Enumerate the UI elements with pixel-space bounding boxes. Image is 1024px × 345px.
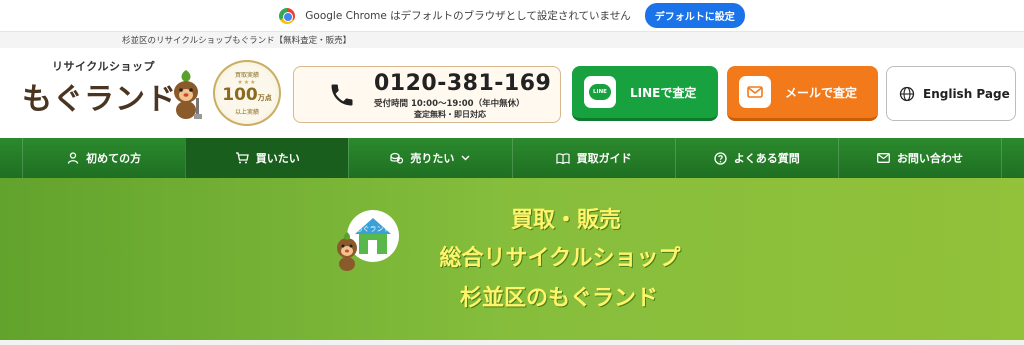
- badge-bottom-text: 以上実績: [234, 109, 259, 116]
- nav-item-guide[interactable]: 買取ガイド: [511, 138, 675, 178]
- line-appraisal-label: LINEで査定: [630, 85, 697, 100]
- book-icon: [555, 152, 570, 164]
- line-appraisal-button[interactable]: LINE LINEで査定: [572, 66, 718, 121]
- line-icon: LINE: [584, 76, 616, 108]
- question-icon: [714, 151, 727, 165]
- chevron-down-icon: [461, 155, 470, 161]
- chrome-notice-message: Google Chrome はデフォルトのブラウザとして設定されていません: [305, 10, 631, 22]
- nav-label: 買取ガイド: [576, 152, 632, 165]
- chrome-logo-icon: [279, 7, 296, 24]
- hero-heading-line1: 買取・販売: [510, 208, 621, 233]
- coins-icon: [390, 152, 404, 164]
- nav-item-contact[interactable]: お問い合わせ: [837, 138, 1003, 178]
- nav-label: 初めての方: [86, 152, 142, 165]
- site-logo[interactable]: リサイクルショップ もぐランド: [22, 58, 212, 128]
- nav-label: よくある質問: [733, 152, 800, 165]
- mail-appraisal-label: メールで査定: [785, 85, 858, 100]
- hero-heading-line2: 総合リサイクルショップ: [439, 246, 681, 271]
- phone-number: 0120-381-169: [374, 71, 552, 96]
- set-default-button[interactable]: デフォルトに設定: [644, 3, 745, 28]
- nav-item-first-time[interactable]: 初めての方: [22, 138, 185, 178]
- nav-item-buy[interactable]: 買いたい: [185, 138, 349, 178]
- nav-item-faq[interactable]: よくある質問: [674, 138, 838, 178]
- phone-note: 査定無料・即日対応: [414, 110, 486, 119]
- main-navigation: 初めての方 買いたい 売りたい 買取ガイド よくある質問 お問い合わせ: [0, 138, 1024, 178]
- cart-icon: [235, 152, 249, 164]
- globe-icon: [899, 86, 915, 101]
- phone-contact-box[interactable]: 0120-381-169 受付時間 10:00～19:00（年中無休） 査定無料…: [293, 66, 561, 123]
- phone-hours: 受付時間 10:00～19:00（年中無休）: [374, 99, 525, 109]
- hero-banner: もぐランド 買取・販売 総合リサイクルショップ 杉並区のもぐランド: [0, 178, 1024, 340]
- english-page-button[interactable]: English Page: [886, 66, 1016, 121]
- logo-subtitle: リサイクルショップ: [52, 60, 155, 73]
- mole-mascot-icon: [174, 70, 202, 119]
- nav-item-sell[interactable]: 売りたい: [348, 138, 511, 178]
- chrome-default-browser-bar: Google Chrome はデフォルトのブラウザとして設定されていません デフ…: [0, 0, 1024, 32]
- english-page-label: English Page: [923, 86, 1010, 101]
- badge-top-text: 買取実績: [234, 72, 259, 79]
- hero-heading-line3: 杉並区のもぐランド: [459, 286, 658, 311]
- nav-label: お問い合わせ: [896, 152, 963, 165]
- nav-label: 買いたい: [255, 152, 300, 165]
- nav-label: 売りたい: [410, 152, 455, 165]
- person-icon: [67, 152, 79, 164]
- badge-number: 100万点: [222, 85, 272, 105]
- site-tagline: 杉並区のリサイクルショップもぐランド【無料査定・販売】: [122, 36, 352, 46]
- mail-icon: [876, 153, 890, 163]
- mail-appraisal-button[interactable]: メールで査定: [727, 66, 878, 121]
- envelope-icon: [739, 76, 771, 108]
- content-divider: [0, 340, 1024, 345]
- logo-title: もぐランド: [22, 82, 177, 117]
- purchase-record-badge: 買取実績 ★★★ 100万点 以上実績: [213, 60, 281, 126]
- phone-icon: [331, 84, 353, 106]
